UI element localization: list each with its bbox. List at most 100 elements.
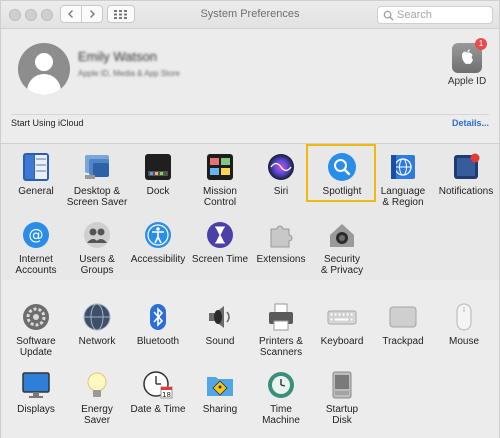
pref-label: Mission	[203, 186, 237, 197]
pref-date-time[interactable]: 18 Date & Time	[127, 369, 189, 415]
notification-badge: 1	[475, 38, 487, 50]
pref-sound[interactable]: Sound	[189, 301, 251, 347]
search-input[interactable]: Search	[377, 6, 493, 24]
globe-network-icon	[81, 301, 113, 333]
pref-language-region[interactable]: Language & Region	[372, 151, 434, 208]
mission-control-icon	[204, 151, 236, 183]
pref-security-privacy[interactable]: Security & Privacy	[311, 219, 373, 276]
pref-label: Notifications	[438, 186, 494, 197]
title-bar: System Preferences Search	[1, 1, 499, 29]
pref-label: Disk	[332, 415, 352, 426]
icloud-prompt: Start Using iCloud	[11, 118, 84, 128]
puzzle-piece-icon	[265, 219, 297, 251]
pref-label: Security	[323, 254, 361, 265]
gear-icon	[20, 301, 52, 333]
pref-label: Control	[203, 197, 237, 208]
language-region-icon	[387, 151, 419, 183]
users-groups-icon	[81, 219, 113, 251]
pref-label: Keyboard	[320, 336, 364, 347]
pref-label: Network	[78, 336, 116, 347]
pref-label: Software	[16, 336, 56, 347]
user-subtitle: Apple ID, Media & App Store	[78, 69, 180, 78]
pref-mouse[interactable]: Mouse	[433, 301, 495, 347]
pref-label: Trackpad	[382, 336, 424, 347]
apple-id-label: Apple ID	[447, 76, 487, 87]
pref-label: Groups	[80, 265, 114, 276]
pref-label: Sound	[205, 336, 235, 347]
pref-siri[interactable]: Siri	[250, 151, 312, 197]
pref-label: Scanners	[259, 347, 303, 358]
pref-label: Accessibility	[130, 254, 186, 265]
trackpad-icon	[387, 301, 419, 333]
pref-trackpad[interactable]: Trackpad	[372, 301, 434, 347]
hourglass-icon	[204, 219, 236, 251]
user-avatar[interactable]	[18, 43, 70, 95]
notifications-icon	[450, 151, 482, 183]
lightbulb-icon	[81, 369, 113, 401]
keyboard-icon	[326, 301, 358, 333]
siri-icon	[265, 151, 297, 183]
user-name: Emily Watson	[78, 49, 157, 64]
printer-icon	[265, 301, 297, 333]
pref-label: Dock	[146, 186, 170, 197]
clock-calendar-icon: 18	[142, 369, 174, 401]
pref-label: & Privacy	[320, 265, 364, 276]
pref-dock[interactable]: Dock	[127, 151, 189, 197]
pref-label: & Region	[382, 197, 424, 208]
pref-software-update[interactable]: Software Update	[5, 301, 67, 358]
pref-accessibility[interactable]: Accessibility	[127, 219, 189, 265]
spotlight-selection-highlight	[306, 144, 376, 202]
pref-sharing[interactable]: Sharing	[189, 369, 251, 415]
pref-network[interactable]: Network	[66, 301, 128, 347]
pref-label: Screen Time	[191, 254, 249, 265]
pref-label: Language	[380, 186, 426, 197]
pref-extensions[interactable]: Extensions	[250, 219, 312, 265]
accessibility-icon	[142, 219, 174, 251]
pref-label: Printers &	[259, 336, 303, 347]
pref-notifications[interactable]: Notifications	[433, 151, 499, 197]
mouse-icon	[448, 301, 480, 333]
pref-users-groups[interactable]: Users & Groups	[66, 219, 128, 276]
pref-label: Internet	[19, 254, 53, 265]
pref-mission-control[interactable]: Mission Control	[189, 151, 251, 208]
pref-label: Energy	[81, 404, 113, 415]
desktop-screen-saver-icon	[81, 151, 113, 183]
pref-label: Accounts	[15, 265, 57, 276]
search-icon	[383, 10, 394, 21]
house-lock-icon	[326, 219, 358, 251]
time-machine-icon	[265, 369, 297, 401]
pref-bluetooth[interactable]: Bluetooth	[127, 301, 189, 347]
pref-label: Extensions	[256, 254, 306, 265]
pref-label: Update	[19, 347, 53, 358]
pref-energy-saver[interactable]: Energy Saver	[66, 369, 128, 426]
pref-printers-scanners[interactable]: Printers & Scanners	[250, 301, 312, 358]
internet-accounts-icon: @	[20, 219, 52, 251]
pref-label: Desktop &	[73, 186, 121, 197]
pref-desktop-screen-saver[interactable]: Desktop & Screen Saver	[66, 151, 128, 208]
pref-screen-time[interactable]: Screen Time	[189, 219, 251, 265]
pref-displays[interactable]: Displays	[5, 369, 67, 415]
pref-label: Siri	[273, 186, 289, 197]
pref-time-machine[interactable]: Time Machine	[250, 369, 312, 426]
shared-folder-icon	[204, 369, 236, 401]
pref-label: Machine	[262, 415, 300, 426]
pref-label: Bluetooth	[136, 336, 180, 347]
pref-label: Saver	[83, 415, 111, 426]
pref-label: Startup	[325, 404, 359, 415]
pref-keyboard[interactable]: Keyboard	[311, 301, 373, 347]
dock-icon	[142, 151, 174, 183]
pref-startup-disk[interactable]: Startup Disk	[311, 369, 373, 426]
search-placeholder: Search	[397, 9, 432, 21]
display-icon	[20, 369, 52, 401]
pref-label: Users &	[79, 254, 115, 265]
pref-general[interactable]: General	[5, 151, 67, 197]
system-preferences-window: System Preferences Search Emily Watson A…	[0, 0, 500, 438]
pref-label: General	[18, 186, 54, 197]
apple-logo-icon: 1	[452, 38, 487, 73]
pref-internet-accounts[interactable]: @ Internet Accounts	[5, 219, 67, 276]
pref-label: Time	[270, 404, 292, 415]
apple-id-button[interactable]: 1 Apple ID	[447, 38, 487, 87]
bluetooth-icon	[142, 301, 174, 333]
pref-label: Date & Time	[130, 404, 186, 415]
icloud-details-link[interactable]: Details...	[452, 118, 489, 128]
